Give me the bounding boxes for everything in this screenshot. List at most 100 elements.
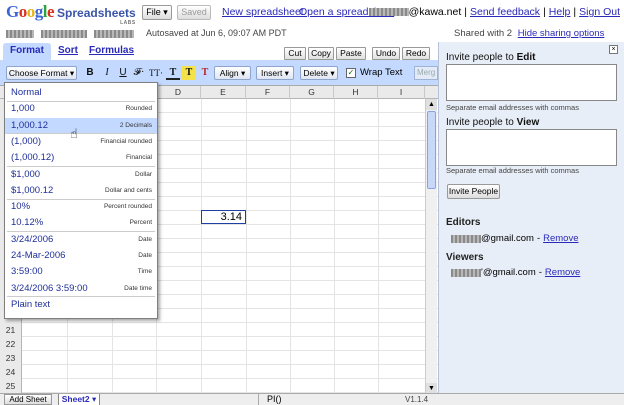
- invite-view-hint: Separate email addresses with commas: [446, 166, 579, 175]
- font-family-button[interactable]: 𝓕·: [131, 66, 147, 80]
- file-menu-button[interactable]: File ▾: [142, 5, 172, 20]
- column-header-f[interactable]: F: [246, 86, 290, 99]
- format-menu-item-label: $1,000.12: [11, 184, 54, 196]
- text-color-button[interactable]: T: [166, 66, 180, 80]
- paste-button[interactable]: Paste: [336, 47, 366, 60]
- formula-display[interactable]: PI(): [258, 394, 428, 405]
- sign-out-link[interactable]: Sign Out: [579, 6, 620, 18]
- bold-button[interactable]: B: [83, 66, 97, 80]
- format-menu-item-description: Percent: [129, 219, 152, 227]
- clear-format-button[interactable]: T: [198, 66, 212, 80]
- close-icon[interactable]: ×: [609, 45, 618, 54]
- editor-entry: @gmail.com - Remove: [451, 233, 578, 244]
- send-feedback-link[interactable]: Send feedback: [470, 6, 540, 18]
- column-header-e[interactable]: E: [201, 86, 246, 99]
- redacted-username: [368, 8, 409, 16]
- invite-people-button[interactable]: Invite People: [447, 184, 500, 199]
- format-menu-item[interactable]: 1,000.12 2 Decimals: [5, 117, 157, 134]
- italic-button[interactable]: I: [100, 66, 114, 80]
- editors-heading: Editors: [446, 217, 481, 228]
- delete-dropdown[interactable]: Delete ▾: [300, 66, 338, 80]
- format-menu-item[interactable]: (1,000.12) Financial: [5, 150, 157, 166]
- table-row[interactable]: 21: [0, 323, 438, 337]
- column-header-i[interactable]: I: [378, 86, 425, 99]
- table-row[interactable]: 22: [0, 337, 438, 351]
- format-menu-item[interactable]: Plain text: [5, 297, 157, 313]
- font-size-button[interactable]: TT·: [148, 66, 164, 80]
- invite-view-textarea[interactable]: [446, 129, 617, 166]
- choose-format-dropdown[interactable]: Choose Format ▾: [6, 66, 77, 80]
- tab-format[interactable]: Format: [3, 43, 51, 60]
- format-menu-item-label: 1,000: [11, 103, 35, 115]
- separator: |: [464, 6, 467, 18]
- table-row[interactable]: 23: [0, 351, 438, 365]
- wrap-text-checkbox[interactable]: ✓: [346, 67, 356, 78]
- format-menu-item[interactable]: 3/24/2006 3:59:00 Date time: [5, 281, 157, 297]
- hide-sharing-options-link[interactable]: Hide sharing options: [518, 28, 605, 39]
- format-menu-item-description: Date time: [124, 284, 152, 292]
- format-menu-item-label: (1,000.12): [11, 152, 55, 164]
- vertical-scrollbar[interactable]: ▲ ▼: [425, 99, 437, 393]
- logo-product-text: Spreadsheets LABS: [57, 6, 136, 26]
- copy-button[interactable]: Copy: [308, 47, 334, 60]
- format-menu-item-label: (1,000): [11, 135, 42, 147]
- invite-edit-textarea[interactable]: [446, 64, 617, 101]
- undo-button[interactable]: Undo: [372, 47, 400, 60]
- format-menu-item[interactable]: 3/24/2006 Date: [5, 232, 157, 248]
- row-header[interactable]: 25: [0, 379, 22, 393]
- align-dropdown[interactable]: Align ▾: [214, 66, 251, 80]
- hand-pointer-cursor-icon: ☝: [70, 126, 78, 141]
- user-area: @kawa.net | Send feedback | Help | Sign …: [368, 6, 620, 18]
- saved-button: Saved: [177, 5, 211, 20]
- format-menu-item[interactable]: (1,000) Financial rounded: [5, 134, 157, 150]
- format-menu-item[interactable]: Normal: [5, 85, 157, 101]
- help-link[interactable]: Help: [549, 6, 571, 18]
- row-header[interactable]: 21: [0, 323, 22, 337]
- table-row[interactable]: 25: [0, 379, 438, 393]
- row-header[interactable]: 22: [0, 337, 22, 351]
- column-header-d[interactable]: D: [156, 86, 201, 99]
- document-title[interactable]: [6, 29, 134, 40]
- format-menu-item[interactable]: 1,000 Rounded: [5, 101, 157, 117]
- redo-button[interactable]: Redo: [402, 47, 430, 60]
- row-header[interactable]: 23: [0, 351, 22, 365]
- bottom-bar: Add Sheet Sheet2 ▾ PI() V1.1.4: [0, 393, 624, 405]
- google-spreadsheets-logo[interactable]: Google Spreadsheets LABS: [6, 2, 136, 26]
- insert-dropdown[interactable]: Insert ▾: [256, 66, 294, 80]
- background-color-button[interactable]: T: [182, 66, 196, 80]
- active-cell-e[interactable]: 3.14: [201, 210, 246, 224]
- wrap-text-label: Wrap Text: [360, 67, 403, 78]
- remove-viewer-link[interactable]: Remove: [545, 267, 580, 278]
- column-header-h[interactable]: H: [334, 86, 378, 99]
- format-menu-item-description: Date: [138, 235, 152, 243]
- format-menu-item[interactable]: $1,000 Dollar: [5, 167, 157, 183]
- add-sheet-button[interactable]: Add Sheet: [4, 394, 52, 405]
- wrap-text-toggle[interactable]: ✓ Wrap Text: [346, 67, 402, 78]
- format-menu-item[interactable]: 24-Mar-2006 Date: [5, 248, 157, 264]
- format-menu-item-label: 3:59:00: [11, 266, 43, 278]
- remove-editor-link[interactable]: Remove: [543, 233, 578, 244]
- format-menu-item-description: Dollar and cents: [105, 186, 152, 194]
- viewer-email: '@gmail.com: [481, 267, 536, 278]
- format-menu-item[interactable]: 10% Percent rounded: [5, 199, 157, 215]
- underline-button[interactable]: U: [116, 66, 130, 80]
- row-header[interactable]: 24: [0, 365, 22, 379]
- scroll-down-arrow-icon[interactable]: ▼: [426, 383, 437, 393]
- scrollbar-thumb[interactable]: [427, 111, 436, 189]
- format-menu-item-description: Rounded: [125, 105, 152, 113]
- merge-button[interactable]: Merg: [414, 66, 438, 80]
- cut-button[interactable]: Cut: [284, 47, 306, 60]
- format-menu-item[interactable]: $1,000.12 Dollar and cents: [5, 183, 157, 199]
- format-menu-item[interactable]: 10.12% Percent: [5, 215, 157, 231]
- invite-edit-hint: Separate email addresses with commas: [446, 103, 579, 112]
- format-menu-item[interactable]: 3:59:00 Time: [5, 264, 157, 280]
- sheet-tab-sheet2[interactable]: Sheet2 ▾: [58, 394, 100, 405]
- logo-google-text: Google: [6, 2, 55, 21]
- column-header-g[interactable]: G: [290, 86, 334, 99]
- scroll-up-arrow-icon[interactable]: ▲: [426, 99, 437, 110]
- new-spreadsheet-link[interactable]: New spreadsheet: [222, 6, 304, 18]
- table-row[interactable]: 24: [0, 365, 438, 379]
- tab-formulas[interactable]: Formulas: [89, 45, 134, 56]
- tab-sort[interactable]: Sort: [58, 45, 78, 56]
- user-email-domain: @kawa.net: [408, 6, 462, 18]
